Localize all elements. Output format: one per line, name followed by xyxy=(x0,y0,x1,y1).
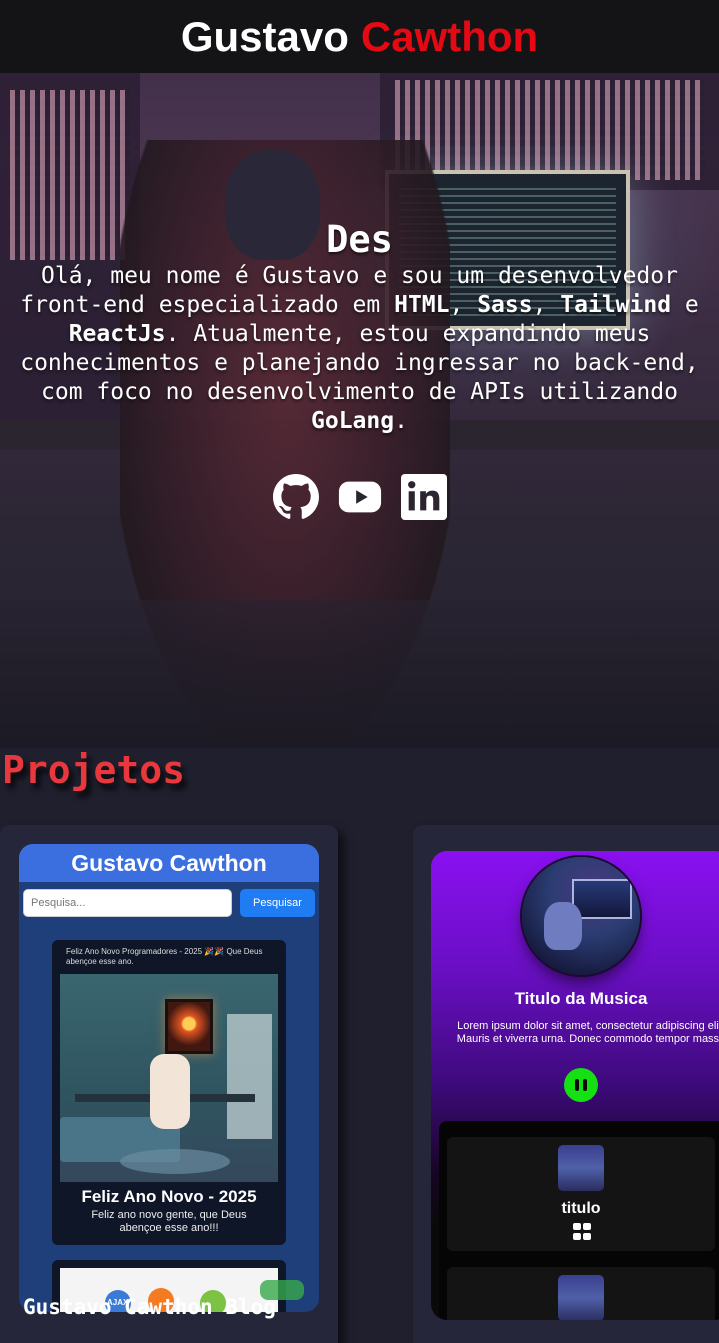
blog-header-title: Gustavo Cawthon xyxy=(19,844,319,882)
post-caption: Feliz Ano Novo Programadores - 2025 🎉🎉 Q… xyxy=(66,947,263,966)
search-button[interactable]: Pesquisar xyxy=(240,889,315,917)
track-description-text: Lorem ipsum dolor sit amet, consectetur … xyxy=(456,1020,719,1045)
bio-text: Olá, meu nome é Gustavo e sou um desenvo… xyxy=(0,262,719,436)
header-first-name[interactable]: Gustavo xyxy=(181,13,349,61)
playlist: titulo xyxy=(439,1121,719,1320)
album-cover xyxy=(522,857,640,975)
github-icon[interactable] xyxy=(272,474,319,525)
playlist-item[interactable] xyxy=(447,1267,715,1320)
grid-icon[interactable] xyxy=(573,1223,591,1241)
pause-button[interactable] xyxy=(564,1068,598,1102)
skill-html: HTML xyxy=(394,292,450,318)
music-player-preview: Titulo da Musica Lorem ipsum dolor sit a… xyxy=(431,851,719,1320)
blog-search-bar: Pesquisar xyxy=(19,882,319,917)
hero-intro: Des Olá, meu nome é Gustavo e sou um des… xyxy=(0,218,719,436)
track-description: Lorem ipsum dolor sit amet, consectetur … xyxy=(441,1020,719,1046)
header-last-name[interactable]: Cawthon xyxy=(361,13,538,61)
hero-section: Des Olá, meu nome é Gustavo e sou um des… xyxy=(0,0,719,748)
separator: e xyxy=(671,292,699,318)
track-name: titulo xyxy=(561,1200,601,1217)
track-title: Titulo da Musica xyxy=(514,989,648,1008)
skill-sass: Sass xyxy=(477,292,533,318)
post-image xyxy=(60,974,278,1182)
track-thumbnail xyxy=(558,1145,604,1191)
playlist-item[interactable]: titulo xyxy=(447,1137,715,1251)
site-header: Gustavo Cawthon xyxy=(0,0,719,73)
post-title: Feliz Ano Novo - 2025 xyxy=(81,1187,257,1206)
skill-golang: GoLang xyxy=(311,408,395,434)
separator: , xyxy=(449,292,478,318)
bio-end: . xyxy=(394,408,408,434)
projects-title: Projetos xyxy=(2,748,186,792)
blog-preview: Gustavo Cawthon Pesquisar Feliz Ano Novo… xyxy=(19,844,319,1312)
post-description: Feliz ano novo gente, que Deus abençoe e… xyxy=(91,1209,247,1234)
project-label-blog[interactable]: Gustavo Cawthon Blog xyxy=(23,1295,276,1319)
separator: , xyxy=(532,292,561,318)
typed-title: Des xyxy=(326,218,393,261)
floor-illustration xyxy=(0,600,719,748)
skill-react: ReactJs xyxy=(68,321,166,347)
youtube-icon[interactable] xyxy=(337,474,383,525)
linkedin-icon[interactable] xyxy=(400,474,447,525)
search-input[interactable] xyxy=(23,889,232,917)
skill-tailwind: Tailwind xyxy=(560,292,672,318)
project-card-blog[interactable]: Gustavo Cawthon Pesquisar Feliz Ano Novo… xyxy=(0,825,338,1343)
social-links xyxy=(0,474,719,525)
blog-post[interactable]: Feliz Ano Novo Programadores - 2025 🎉🎉 Q… xyxy=(52,940,286,1245)
track-thumbnail xyxy=(558,1275,604,1320)
